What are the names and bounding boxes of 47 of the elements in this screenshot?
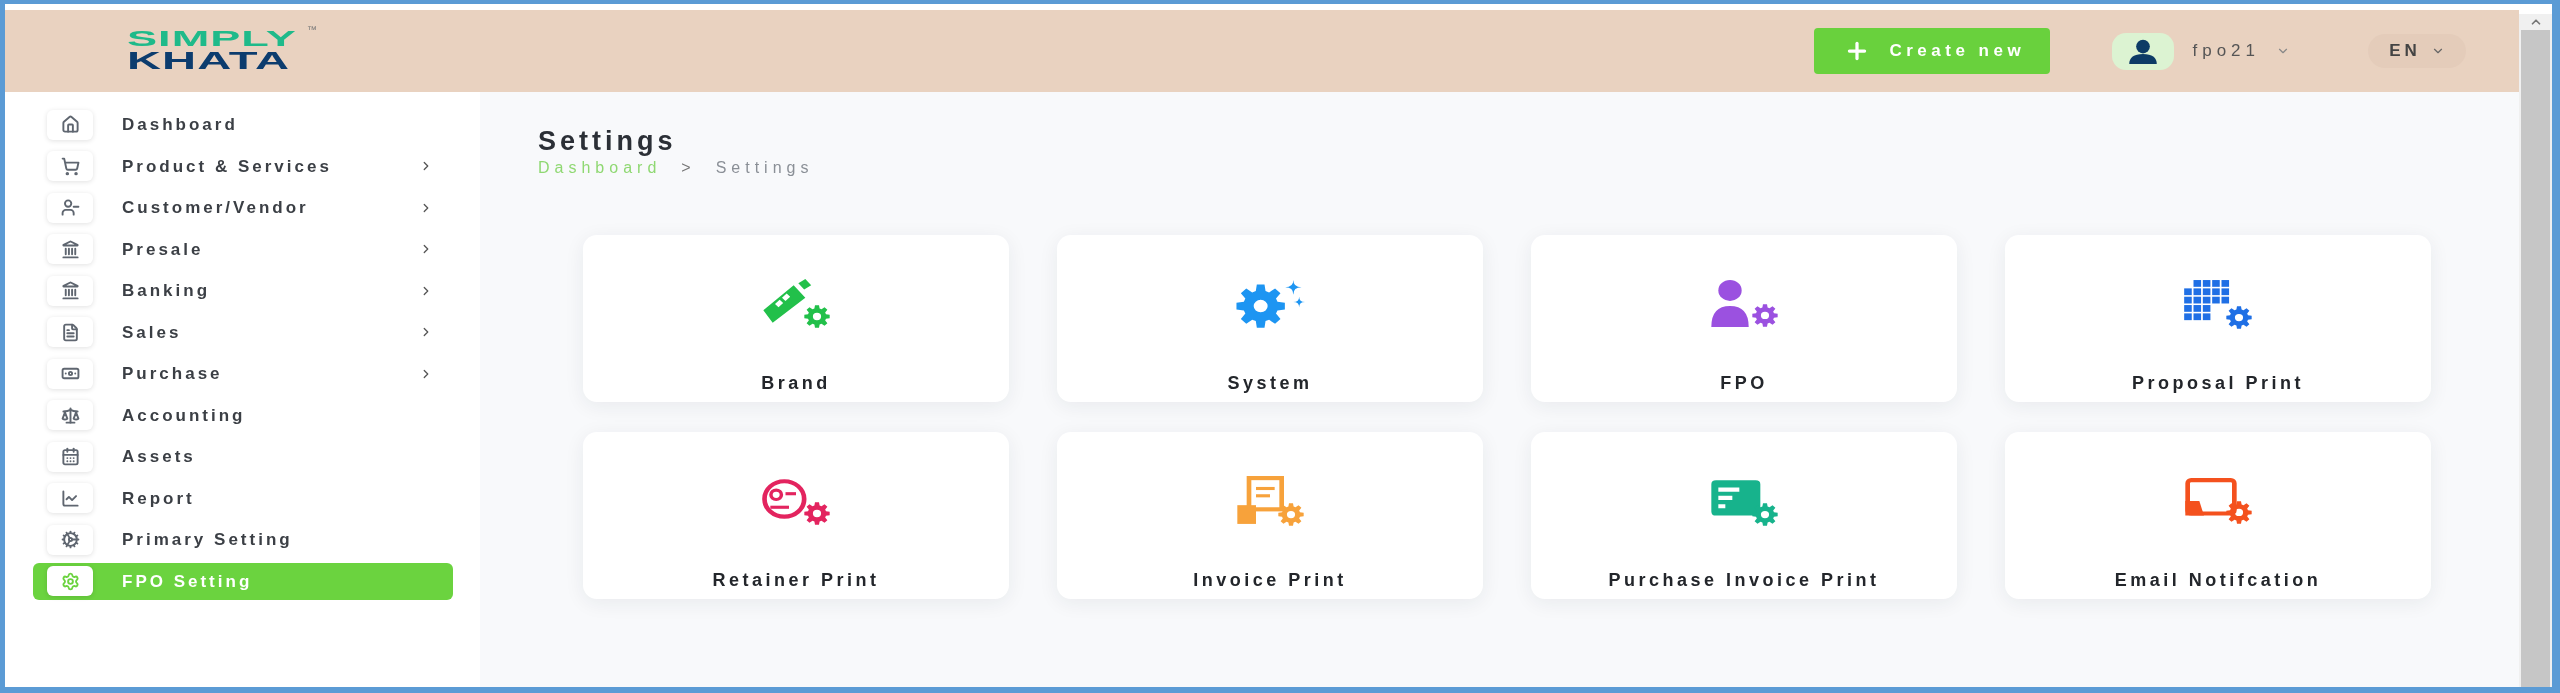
house-icon [47,109,93,140]
user-icon [47,192,93,223]
ruler-gear-icon [761,279,831,329]
person-avatar-icon [2112,32,2175,70]
ring-gear-icon [761,476,831,526]
sidebar-item[interactable]: Customer/Vendor [33,189,453,227]
settings-card[interactable]: Retainer Print [583,432,1009,599]
settings-icon [47,566,93,597]
breadcrumb-separator: > [681,158,696,178]
logo-text: SIMPLY [127,28,297,50]
gear-sparkles-icon [1235,279,1305,329]
settings-card[interactable]: Purchase Invoice Print [1531,432,1957,599]
buildings-gear-icon [2183,279,2253,329]
logo-text: KHATA [127,50,291,72]
user-menu[interactable]: fpo21 [2112,32,2290,70]
calendar-icon [47,441,93,472]
document-icon [47,317,93,348]
sidebar-item[interactable]: Presale [33,230,453,268]
monitor-gear-icon [2183,476,2253,526]
banknote-icon [47,358,93,389]
sidebar-item[interactable]: Purchase [33,355,453,393]
breadcrumb-current: Settings [715,158,814,178]
scale-icon [47,400,93,431]
settings-card[interactable]: Proposal Print [2005,235,2431,402]
receipt-gear-icon [1235,476,1305,526]
sidebar-item[interactable]: Report [33,479,453,517]
settings-card[interactable]: Brand [583,235,1009,402]
cog-icon [47,524,93,555]
page-title: Settings [538,125,677,158]
sidebar-item[interactable]: Primary Setting [33,521,453,559]
line-chart-icon [47,483,93,514]
sidebar-item[interactable]: Accounting [33,396,453,434]
settings-card[interactable]: System [1057,235,1483,402]
sidebar-item[interactable]: Sales [33,313,453,351]
sidebar-item[interactable]: Banking [33,272,453,310]
settings-card[interactable]: FPO [1531,235,1957,402]
settings-card[interactable]: Email Notifcation [2005,432,2431,599]
trademark-sign: ™ [307,23,317,37]
sidebar-item[interactable]: Product & Services [33,147,453,185]
bank-icon [47,275,93,306]
language-selector[interactable]: EN [2368,34,2466,68]
settings-card[interactable]: Invoice Print [1057,432,1483,599]
sidebar-item[interactable]: Assets [33,438,453,476]
bank-icon [47,234,93,265]
cart-icon [47,151,93,182]
person-gear-icon [1709,279,1779,329]
sidebar-item[interactable]: Dashboard [33,106,453,144]
